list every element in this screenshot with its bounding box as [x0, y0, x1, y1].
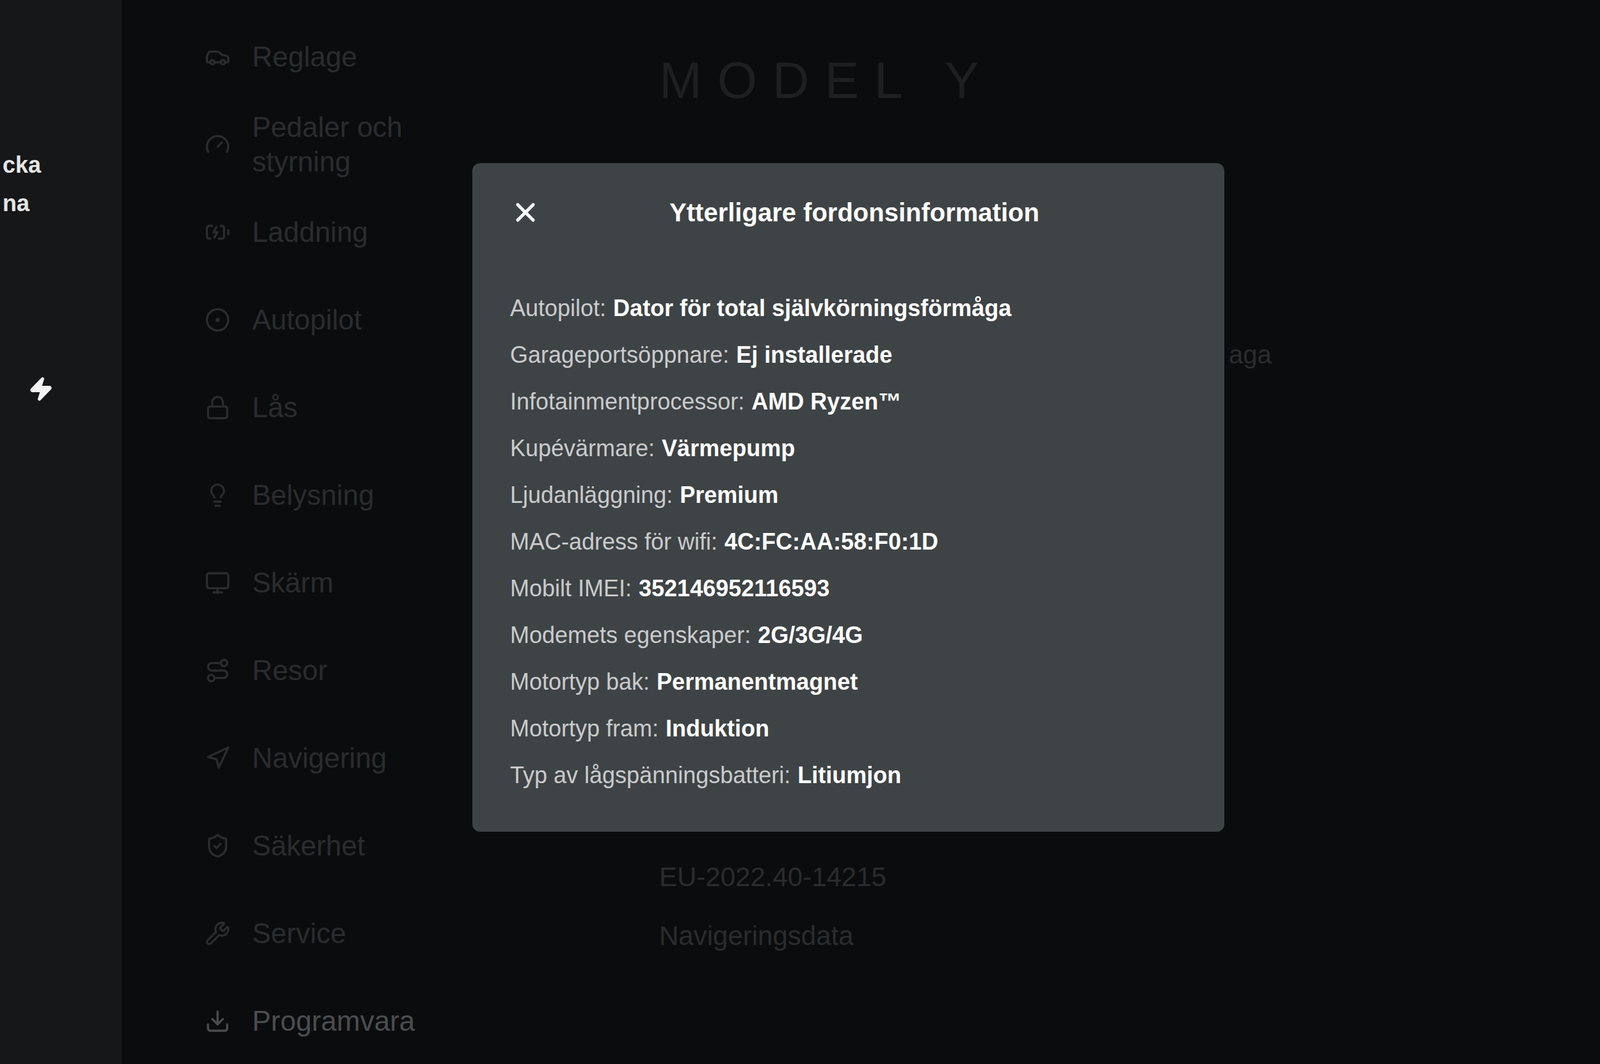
edge-text: na	[2, 184, 122, 223]
info-label: Mobilt IMEI:	[510, 575, 632, 603]
menu-icon	[204, 44, 231, 70]
info-label: Motortyp fram:	[510, 715, 659, 743]
info-label: Ljudanläggning:	[510, 481, 673, 509]
info-row: Mobilt IMEI:352146952116593	[510, 565, 1199, 612]
info-row: Infotainmentprocessor:AMD Ryzen™	[510, 378, 1199, 425]
info-row: Kupévärmare:Värmepump	[510, 424, 1199, 472]
info-row: MAC-adress för wifi:4C:FC:AA:58:F0:1D	[510, 518, 1199, 566]
vehicle-info-dialog: Ytterligare fordonsinformation Autopilot:…	[472, 163, 1225, 832]
menu-icon	[204, 482, 231, 509]
edge-text: cka	[2, 145, 122, 185]
info-row: Typ av lågspänningsbatteri:Litiumjon	[510, 752, 1199, 799]
info-row: Motortyp fram:Induktion	[510, 705, 1199, 752]
info-row: Modemets egenskaper:2G/3G/4G	[510, 611, 1199, 659]
info-row: Ljudanläggning:Premium	[510, 471, 1199, 519]
dialog-header: Ytterligare fordonsinformation	[510, 188, 1199, 237]
vehicle-screen: ckanaReglagePedaler och styrningLaddning…	[0, 0, 1600, 1064]
sidebar-item[interactable]: Reglage	[204, 12, 647, 101]
menu-icon	[204, 920, 231, 947]
charging-icon	[28, 376, 54, 402]
sidebar-item[interactable]: Programvara	[204, 977, 647, 1064]
model-logo: MODEL Y	[659, 51, 1600, 111]
info-row: Garageportsöppnare:Ej installerade	[510, 331, 1199, 379]
info-label: Motortyp bak:	[510, 668, 650, 696]
info-list: Autopilot:Dator för total självkörningsf…	[510, 284, 1199, 799]
info-label: Modemets egenskaper:	[510, 622, 751, 649]
info-value: Dator för total självkörningsförmåga	[613, 295, 1012, 322]
info-label: Garageportsöppnare:	[510, 341, 729, 369]
info-value: Ej installerade	[736, 341, 893, 369]
menu-icon	[204, 745, 231, 772]
info-value: Induktion	[665, 715, 770, 743]
info-label: Kupévärmare:	[510, 435, 655, 463]
menu-icon	[204, 307, 231, 333]
info-label: MAC-adress för wifi:	[510, 528, 718, 556]
info-value: AMD Ryzen™	[751, 388, 902, 416]
edge-strip: ckana	[0, 0, 122, 1064]
info-value: Premium	[679, 481, 779, 509]
menu-icon	[204, 131, 231, 158]
menu-icon	[204, 833, 231, 859]
menu-icon	[204, 394, 231, 421]
info-value: 2G/3G/4G	[757, 622, 863, 649]
info-label: Infotainmentprocessor:	[510, 388, 745, 416]
info-value: Värmepump	[661, 435, 795, 463]
info-value: Permanentmagnet	[656, 668, 858, 696]
partial-text: aga	[1228, 340, 1600, 370]
info-value: Litiumjon	[797, 762, 902, 790]
dialog-title: Ytterligare fordonsinformation	[548, 198, 1161, 228]
menu-icon	[204, 570, 231, 596]
close-button[interactable]	[510, 197, 541, 228]
software-version: EU-2022.40-14215	[659, 862, 1600, 893]
menu-icon	[204, 1008, 231, 1035]
info-label: Typ av lågspänningsbatteri:	[510, 762, 791, 790]
info-value: 352146952116593	[638, 575, 830, 603]
menu-icon	[204, 657, 231, 684]
info-label: Autopilot:	[510, 295, 607, 322]
info-row: Motortyp bak:Permanentmagnet	[510, 658, 1199, 706]
info-row: Autopilot:Dator för total självkörningsf…	[510, 284, 1199, 332]
navigation-data-link[interactable]: Navigeringsdata	[659, 920, 1600, 952]
info-value: 4C:FC:AA:58:F0:1D	[724, 528, 939, 556]
close-icon	[510, 197, 541, 228]
menu-icon	[204, 219, 231, 246]
sidebar-item[interactable]: Service	[204, 889, 647, 978]
